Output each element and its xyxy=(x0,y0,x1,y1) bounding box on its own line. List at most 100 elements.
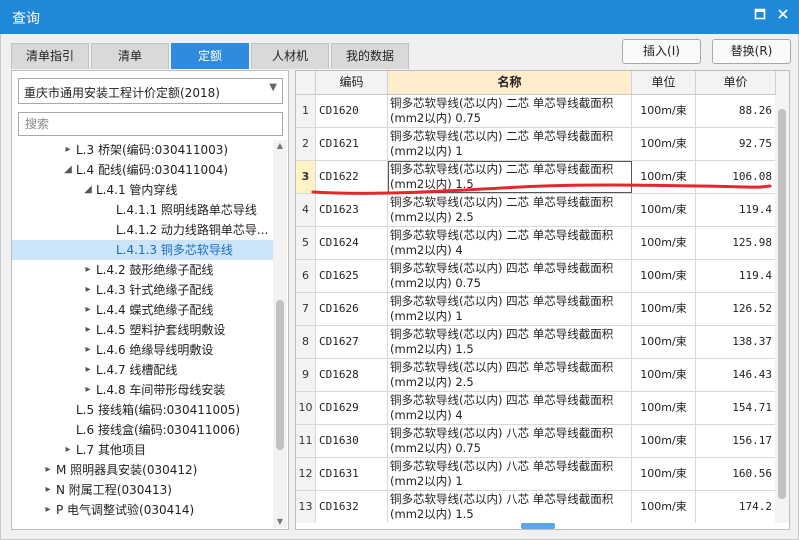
code-cell[interactable]: CD1620 xyxy=(316,95,388,127)
expand-icon[interactable]: ▸ xyxy=(62,140,74,160)
unit-cell[interactable]: 100m/束 xyxy=(632,491,696,523)
tree-item[interactable]: L.4.1.3 铜多芯软导线 xyxy=(12,240,274,260)
tree-scrollbar[interactable]: ▲ ▼ xyxy=(273,140,287,528)
unit-cell[interactable]: 100m/束 xyxy=(632,161,696,193)
row-number[interactable]: 4 xyxy=(296,194,316,226)
search-input[interactable] xyxy=(18,112,283,136)
table-row[interactable]: 2 CD1621 铜多芯软导线(芯以内) 二芯 单芯导线截面积(mm2以内) 1 10… xyxy=(296,128,776,161)
price-header[interactable]: 单价 xyxy=(696,71,776,95)
code-cell[interactable]: CD1629 xyxy=(316,392,388,424)
row-number[interactable]: 9 xyxy=(296,359,316,391)
name-cell[interactable]: 铜多芯软导线(芯以内) 八芯 单芯导线截面积(mm2以内) 1 xyxy=(388,458,632,490)
tab-bill-guide[interactable]: 清单指引 xyxy=(11,43,89,69)
name-cell[interactable]: 铜多芯软导线(芯以内) 八芯 单芯导线截面积(mm2以内) 1.5 xyxy=(388,491,632,523)
code-cell[interactable]: CD1623 xyxy=(316,194,388,226)
expand-icon[interactable]: ▸ xyxy=(62,440,74,460)
unit-header[interactable]: 单位 xyxy=(632,71,696,95)
unit-cell[interactable]: 100m/束 xyxy=(632,260,696,292)
collapse-icon[interactable]: ◢ xyxy=(62,160,74,180)
scrollbar-thumb[interactable] xyxy=(276,300,284,450)
price-cell[interactable]: 156.17 xyxy=(696,425,776,457)
unit-cell[interactable]: 100m/束 xyxy=(632,227,696,259)
expand-icon[interactable]: ▸ xyxy=(82,260,94,280)
table-row[interactable]: 11 CD1630 铜多芯软导线(芯以内) 八芯 单芯导线截面积(mm2以内) 0.… xyxy=(296,425,776,458)
code-cell[interactable]: CD1630 xyxy=(316,425,388,457)
row-number[interactable]: 3 xyxy=(296,161,316,193)
table-row[interactable]: 1 CD1620 铜多芯软导线(芯以内) 二芯 单芯导线截面积(mm2以内) 0.7… xyxy=(296,95,776,128)
tree-item[interactable]: ▸ P 电气调整试验(030414) xyxy=(12,500,274,520)
code-cell[interactable]: CD1625 xyxy=(316,260,388,292)
tree-item[interactable]: ▸ L.3 桥架(编码:030411003) xyxy=(12,140,274,160)
tree-item[interactable]: L.6 接线盒(编码:030411006) xyxy=(12,420,274,440)
unit-cell[interactable]: 100m/束 xyxy=(632,194,696,226)
tree-item[interactable]: ▸ L.4.3 针式绝缘子配线 xyxy=(12,280,274,300)
price-cell[interactable]: 88.26 xyxy=(696,95,776,127)
unit-cell[interactable]: 100m/束 xyxy=(632,128,696,160)
name-cell[interactable]: 铜多芯软导线(芯以内) 二芯 单芯导线截面积(mm2以内) 4 xyxy=(388,227,632,259)
expand-icon[interactable]: ▸ xyxy=(82,380,94,400)
tab-bill[interactable]: 清单 xyxy=(91,43,169,69)
tree-item[interactable]: ▸ L.4.2 鼓形绝缘子配线 xyxy=(12,260,274,280)
scroll-up-icon[interactable]: ▲ xyxy=(273,140,287,152)
price-cell[interactable]: 146.43 xyxy=(696,359,776,391)
splitter-handle[interactable] xyxy=(521,523,555,529)
expand-icon[interactable]: ▸ xyxy=(82,340,94,360)
tree-item[interactable]: ▸ L.4.4 蝶式绝缘子配线 xyxy=(12,300,274,320)
expand-icon[interactable]: ▸ xyxy=(42,500,54,520)
price-cell[interactable]: 125.98 xyxy=(696,227,776,259)
row-number[interactable]: 7 xyxy=(296,293,316,325)
price-cell[interactable]: 174.2 xyxy=(696,491,776,523)
code-cell[interactable]: CD1624 xyxy=(316,227,388,259)
tree-item[interactable]: ◢ L.4.1 管内穿线 xyxy=(12,180,274,200)
code-cell[interactable]: CD1622 xyxy=(316,161,388,193)
code-cell[interactable]: CD1627 xyxy=(316,326,388,358)
name-cell[interactable]: 铜多芯软导线(芯以内) 二芯 单芯导线截面积(mm2以内) 0.75 xyxy=(388,95,632,127)
table-row[interactable]: 8 CD1627 铜多芯软导线(芯以内) 四芯 单芯导线截面积(mm2以内) 1.5… xyxy=(296,326,776,359)
table-row[interactable]: 6 CD1625 铜多芯软导线(芯以内) 四芯 单芯导线截面积(mm2以内) 0.7… xyxy=(296,260,776,293)
table-row[interactable]: 3 CD1622 铜多芯软导线(芯以内) 二芯 单芯导线截面积(mm2以内) 1.5… xyxy=(296,161,776,194)
tree-item[interactable]: ▸ L.7 其他项目 xyxy=(12,440,274,460)
scrollbar-thumb[interactable] xyxy=(778,109,786,499)
table-row[interactable]: 12 CD1631 铜多芯软导线(芯以内) 八芯 单芯导线截面积(mm2以内) 11… xyxy=(296,458,776,491)
tree-item[interactable]: ▸ N 附属工程(030413) xyxy=(12,480,274,500)
tree-item[interactable]: ▸ M 照明器具安装(030412) xyxy=(12,460,274,480)
tab-my-data[interactable]: 我的数据 xyxy=(331,43,409,69)
expand-icon[interactable]: ▸ xyxy=(82,300,94,320)
expand-icon[interactable]: ▸ xyxy=(42,480,54,500)
row-number[interactable]: 10 xyxy=(296,392,316,424)
expand-icon[interactable]: ▸ xyxy=(82,320,94,340)
code-cell[interactable]: CD1631 xyxy=(316,458,388,490)
row-number[interactable]: 2 xyxy=(296,128,316,160)
expand-icon[interactable]: ▸ xyxy=(82,360,94,380)
maximize-icon[interactable] xyxy=(752,8,768,24)
unit-cell[interactable]: 100m/束 xyxy=(632,458,696,490)
grid-scrollbar[interactable] xyxy=(775,95,789,523)
name-header[interactable]: 名称 xyxy=(388,71,632,95)
table-row[interactable]: 9 CD1628 铜多芯软导线(芯以内) 四芯 单芯导线截面积(mm2以内) 2.5… xyxy=(296,359,776,392)
quota-library-select[interactable]: 重庆市通用安装工程计价定额(2018) ▼ xyxy=(18,78,283,104)
price-cell[interactable]: 154.71 xyxy=(696,392,776,424)
unit-cell[interactable]: 100m/束 xyxy=(632,293,696,325)
close-icon[interactable] xyxy=(775,8,791,24)
name-cell[interactable]: 铜多芯软导线(芯以内) 二芯 单芯导线截面积(mm2以内) 1 xyxy=(388,128,632,160)
unit-cell[interactable]: 100m/束 xyxy=(632,425,696,457)
price-cell[interactable]: 138.37 xyxy=(696,326,776,358)
tab-labor-material-machine[interactable]: 人材机 xyxy=(251,43,329,69)
row-number[interactable]: 11 xyxy=(296,425,316,457)
tree-item[interactable]: ▸ L.4.8 车间带形母线安装 xyxy=(12,380,274,400)
unit-cell[interactable]: 100m/束 xyxy=(632,359,696,391)
table-row[interactable]: 4 CD1623 铜多芯软导线(芯以内) 二芯 单芯导线截面积(mm2以内) 2.5… xyxy=(296,194,776,227)
unit-cell[interactable]: 100m/束 xyxy=(632,95,696,127)
scroll-down-icon[interactable]: ▼ xyxy=(273,516,287,528)
code-header[interactable]: 编码 xyxy=(316,71,388,95)
name-cell[interactable]: 铜多芯软导线(芯以内) 二芯 单芯导线截面积(mm2以内) 1.5 xyxy=(388,161,632,193)
unit-cell[interactable]: 100m/束 xyxy=(632,326,696,358)
replace-button[interactable]: 替换(R) xyxy=(712,39,791,64)
insert-button[interactable]: 插入(I) xyxy=(622,39,701,64)
code-cell[interactable]: CD1626 xyxy=(316,293,388,325)
tree-item[interactable]: L.4.1.2 动力线路铜单芯导... xyxy=(12,220,274,240)
price-cell[interactable]: 160.56 xyxy=(696,458,776,490)
row-number[interactable]: 1 xyxy=(296,95,316,127)
name-cell[interactable]: 铜多芯软导线(芯以内) 四芯 单芯导线截面积(mm2以内) 0.75 xyxy=(388,260,632,292)
table-row[interactable]: 5 CD1624 铜多芯软导线(芯以内) 二芯 单芯导线截面积(mm2以内) 4 10… xyxy=(296,227,776,260)
